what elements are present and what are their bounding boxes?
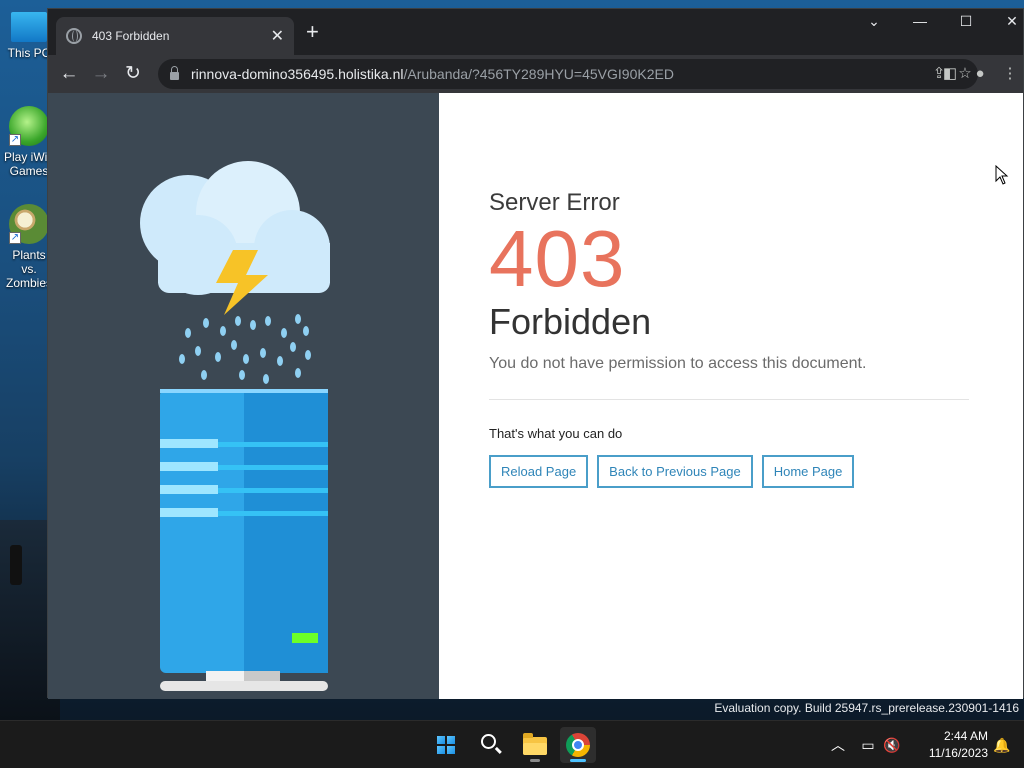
chevron-up-icon[interactable]: ︿ [826, 733, 850, 757]
error-code: 403 [489, 214, 626, 303]
lock-icon[interactable] [170, 66, 179, 80]
computer-icon [11, 12, 47, 42]
toolbar-right-actions: ◧ ● ⋮ [937, 61, 1023, 87]
reload-page-button[interactable]: Reload Page [489, 455, 589, 488]
clock-time: 2:44 AM [943, 729, 988, 743]
system-tray: ︿ ▭ 🔇 [826, 721, 904, 768]
maximize-button[interactable]: ☐ [951, 13, 981, 30]
folder-icon [523, 733, 547, 755]
divider [489, 399, 969, 400]
clock[interactable]: 2:44 AM 11/16/2023 [912, 728, 988, 762]
tab-search-button[interactable]: ⌄ [859, 13, 889, 30]
url-path: /Arubanda/?456TY289HYU=45VGI90K2ED [403, 66, 674, 82]
globe-icon [66, 28, 82, 44]
back-arrow-icon[interactable]: ← [56, 61, 82, 87]
minimize-button[interactable]: — [905, 13, 935, 29]
tab-title: 403 Forbidden [92, 29, 170, 43]
address-bar[interactable]: rinnova-domino356495.holistika.nl/Aruban… [158, 59, 978, 89]
browser-toolbar: ← → ↻ rinnova-domino356495.holistika.nl /… [48, 55, 1023, 93]
search-icon [481, 734, 496, 749]
mouse-cursor-icon [995, 165, 1009, 185]
browser-window: 403 Forbidden ✕ + ⌄ — ☐ ✕ ← → ↻ rinnova-… [47, 8, 1024, 699]
windows-logo-icon [437, 736, 455, 754]
forward-arrow-icon[interactable]: → [88, 61, 114, 87]
plants-vs-zombies-icon: ↗ [9, 204, 49, 244]
server-storm-illustration [140, 161, 330, 691]
file-explorer-button[interactable] [517, 727, 553, 763]
url-host: rinnova-domino356495.holistika.nl [191, 66, 404, 82]
rain-drops [179, 314, 311, 384]
close-window-button[interactable]: ✕ [997, 13, 1024, 30]
new-tab-button[interactable]: + [306, 21, 319, 43]
evaluation-watermark: Evaluation copy. Build 25947.rs_prerelea… [714, 701, 1019, 715]
mooring-post [10, 545, 22, 585]
profile-icon[interactable]: ● [967, 61, 993, 87]
menu-kebab-icon[interactable]: ⋮ [997, 61, 1023, 87]
side-panel-icon[interactable]: ◧ [937, 61, 963, 87]
network-icon[interactable]: ▭ [856, 733, 880, 757]
tab-403-forbidden[interactable]: 403 Forbidden ✕ [56, 17, 294, 55]
shortcut-arrow-icon: ↗ [9, 134, 21, 146]
active-indicator [570, 759, 586, 762]
search-button[interactable] [473, 727, 509, 763]
volume-muted-icon[interactable]: 🔇 [880, 733, 904, 757]
error-label: Server Error [489, 189, 620, 216]
chrome-taskbar-button[interactable] [560, 727, 596, 763]
action-buttons: Reload Page Back to Previous Page Home P… [489, 455, 969, 488]
home-page-button[interactable]: Home Page [761, 455, 855, 488]
server-tower-icon [160, 389, 328, 691]
illustration-panel [48, 93, 439, 699]
clock-date: 11/16/2023 [928, 746, 988, 760]
chrome-icon [566, 733, 590, 757]
error-title: Forbidden [489, 301, 652, 342]
page-content: Server Error 403 Forbidden You do not ha… [48, 93, 1023, 699]
reload-icon[interactable]: ↻ [120, 61, 146, 87]
back-to-previous-page-button[interactable]: Back to Previous Page [597, 455, 753, 488]
tab-strip: 403 Forbidden ✕ + ⌄ — ☐ ✕ [48, 9, 1023, 55]
taskbar: ︿ ▭ 🔇 2:44 AM 11/16/2023 🔔 [0, 720, 1024, 768]
running-indicator [530, 759, 540, 762]
shortcut-arrow-icon: ↗ [9, 232, 21, 244]
start-button[interactable] [428, 727, 464, 763]
error-content: Server Error 403 Forbidden You do not ha… [489, 189, 969, 488]
suggestion-text: That's what you can do [489, 426, 623, 441]
notification-bell-icon[interactable]: 🔔 [990, 733, 1014, 757]
iwin-icon: ↗ [9, 106, 49, 146]
tab-close-icon[interactable]: ✕ [271, 26, 284, 46]
error-message: You do not have permission to access thi… [489, 355, 867, 372]
